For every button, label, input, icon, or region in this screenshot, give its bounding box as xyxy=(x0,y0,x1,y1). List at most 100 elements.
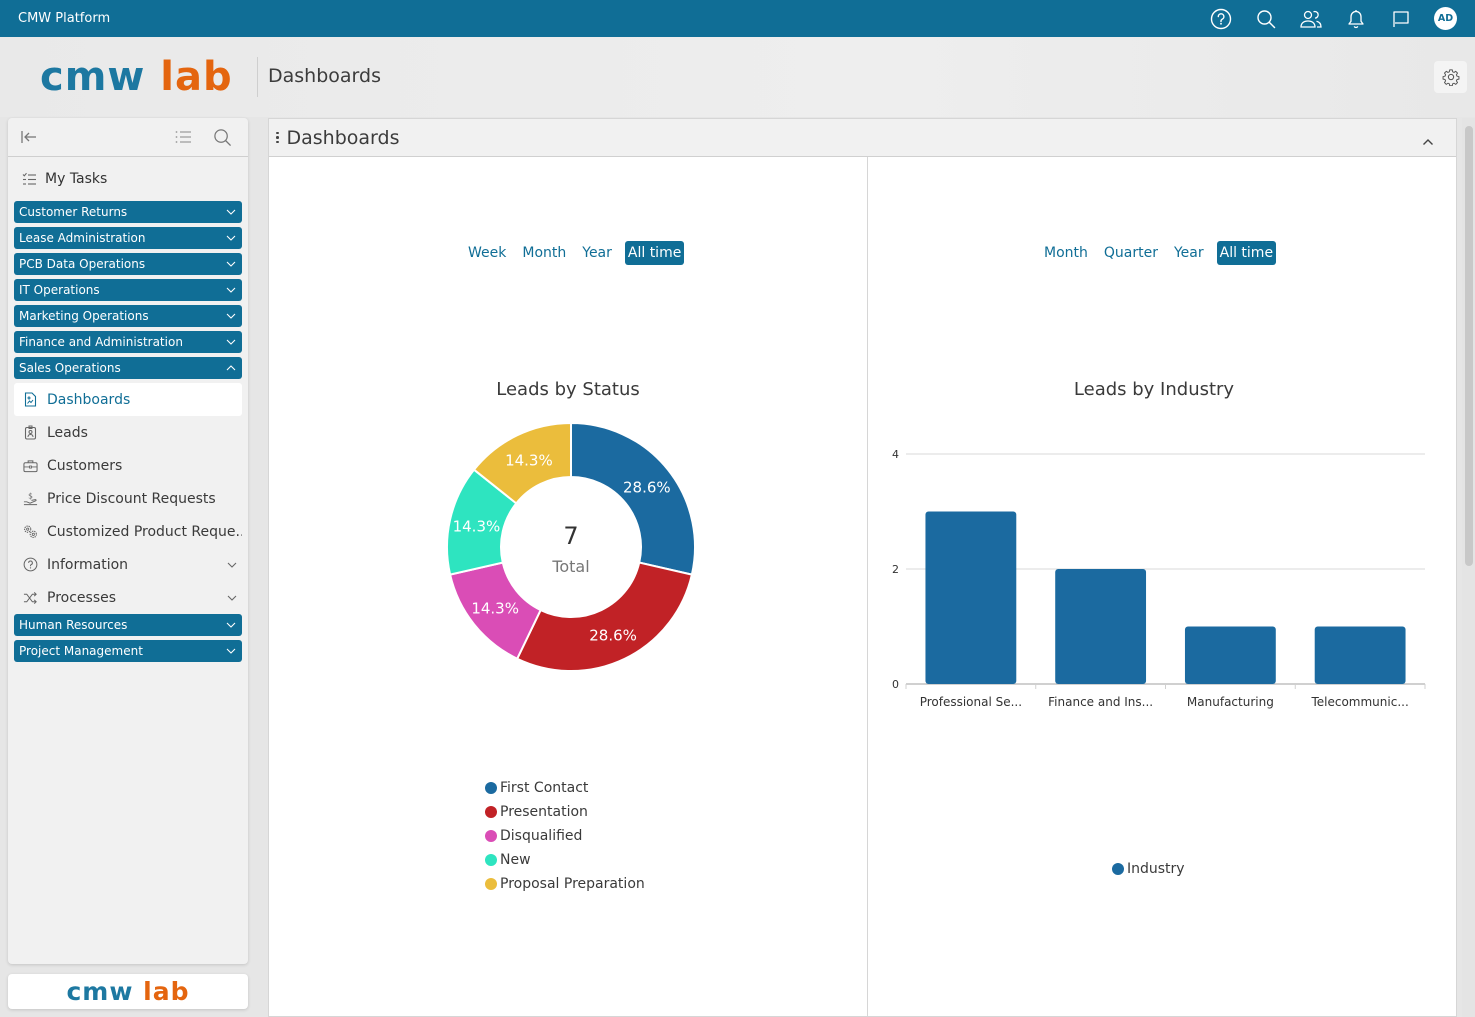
group-label: Human Resources xyxy=(19,618,128,632)
filter-all-time[interactable]: All time xyxy=(624,241,685,265)
filter-month[interactable]: Month xyxy=(1041,241,1091,265)
donut-total-label: Total xyxy=(551,557,589,576)
filter-year[interactable]: Year xyxy=(1171,241,1207,265)
sidebar-group-sales-operations[interactable]: Sales Operations xyxy=(14,357,242,379)
users-icon[interactable] xyxy=(1288,0,1333,37)
sidebar-item-customers[interactable]: Customers xyxy=(14,449,242,482)
chevron-down-icon xyxy=(226,235,236,241)
page-title: Dashboards xyxy=(268,65,381,87)
chevron-down-icon xyxy=(226,261,236,267)
donut-slice-first-contact[interactable] xyxy=(570,421,696,576)
page-header: cmw lab Dashboards xyxy=(0,37,1475,117)
scrollbar-thumb[interactable] xyxy=(1465,126,1473,566)
settings-button[interactable] xyxy=(1434,61,1467,93)
filter-quarter[interactable]: Quarter xyxy=(1101,241,1161,265)
sidebar-group-project-management[interactable]: Project Management xyxy=(14,640,242,662)
kebab-menu-icon[interactable] xyxy=(276,131,279,144)
chevron-down-icon xyxy=(226,648,236,654)
sidebar-item-leads[interactable]: Leads xyxy=(14,416,242,449)
legend-item[interactable]: Industry xyxy=(1112,857,1185,881)
sidebar-item-my-tasks[interactable]: My Tasks xyxy=(8,157,248,201)
group-label: PCB Data Operations xyxy=(19,257,146,271)
legend-dot xyxy=(485,830,497,842)
sidebar-group-it-operations[interactable]: IT Operations xyxy=(14,279,242,301)
collapse-sidebar-icon[interactable] xyxy=(20,128,38,150)
bar-0[interactable] xyxy=(925,511,1017,685)
status-period-filter: Week Month Year All time xyxy=(465,241,694,265)
gear-icon xyxy=(1442,69,1459,86)
my-tasks-label: My Tasks xyxy=(45,171,108,187)
footer-logo-lab: lab xyxy=(143,977,190,1006)
x-category-label: Manufacturing xyxy=(1187,695,1274,709)
chevron-down-icon xyxy=(226,339,236,345)
chart-title-leads-by-status: Leads by Status xyxy=(496,379,640,400)
industry-period-filter: Month Quarter Year All time xyxy=(1041,241,1286,265)
sidebar-item-label: Processes xyxy=(47,589,117,606)
filter-month[interactable]: Month xyxy=(519,241,569,265)
y-tick-label: 2 xyxy=(892,563,899,576)
filter-week[interactable]: Week xyxy=(465,241,509,265)
filter-all-time[interactable]: All time xyxy=(1216,241,1277,265)
legend-item[interactable]: Proposal Preparation xyxy=(485,872,645,896)
sidebar-item-price-discount-requests[interactable]: $ Price Discount Requests xyxy=(14,482,242,515)
donut-slice-label: 14.3% xyxy=(505,452,553,470)
legend-dot xyxy=(485,782,497,794)
panel-title: Dashboards xyxy=(286,126,400,149)
sidebar-item-dashboards[interactable]: Dashboards xyxy=(14,383,242,416)
sidebar-toolbar xyxy=(8,118,248,157)
chevron-down-icon xyxy=(226,209,236,215)
sidebar-group-lease-administration[interactable]: Lease Administration xyxy=(14,227,242,249)
sidebar-item-information[interactable]: Information xyxy=(14,548,242,581)
header-divider xyxy=(257,57,258,97)
y-tick-label: 4 xyxy=(892,448,899,461)
filter-year[interactable]: Year xyxy=(579,241,615,265)
sidebar-search-icon[interactable] xyxy=(213,128,232,151)
panel-header: Dashboards xyxy=(269,119,1456,157)
search-icon[interactable] xyxy=(1243,0,1288,37)
sidebar-group-pcb-data-operations[interactable]: PCB Data Operations xyxy=(14,253,242,275)
bar-1[interactable] xyxy=(1055,569,1147,684)
donut-slice-label: 28.6% xyxy=(623,479,671,497)
chevron-down-icon xyxy=(226,313,236,319)
donut-slice-presentation[interactable] xyxy=(515,561,694,672)
bar-3[interactable] xyxy=(1314,626,1406,685)
group-label: Finance and Administration xyxy=(19,335,183,349)
cmw-lab-logo[interactable]: cmw lab xyxy=(40,55,233,99)
sidebar-item-label: Customers xyxy=(47,457,123,474)
sidebar-group-human-resources[interactable]: Human Resources xyxy=(14,614,242,636)
list-icon[interactable] xyxy=(174,128,192,150)
help-icon[interactable] xyxy=(1198,0,1243,37)
sidebar-item-label: Dashboards xyxy=(47,391,131,408)
sidebar-group-marketing-operations[interactable]: Marketing Operations xyxy=(14,305,242,327)
svg-text:$: $ xyxy=(28,492,33,501)
legend-dot xyxy=(485,806,497,818)
group-label: IT Operations xyxy=(19,283,100,297)
sidebar-item-customized-product-reque[interactable]: Customized Product Reque... xyxy=(14,515,242,548)
sidebar-item-processes[interactable]: Processes xyxy=(14,581,242,614)
sidebar-item-label: Price Discount Requests xyxy=(47,490,216,507)
bell-icon[interactable] xyxy=(1333,0,1378,37)
leads-by-industry-bar-chart: 0 2 4 Professional Se... Finance and Ins...… xyxy=(892,448,1426,709)
sidebar-item-label: Customized Product Reque... xyxy=(47,523,242,540)
chart-title-leads-by-industry: Leads by Industry xyxy=(1073,379,1235,400)
legend-item[interactable]: New xyxy=(485,848,645,872)
chevron-down-icon xyxy=(227,595,237,601)
collapse-panel-icon[interactable] xyxy=(1422,131,1434,150)
footer-logo: cmw lab xyxy=(8,974,248,1009)
app-title: CMW Platform xyxy=(18,11,111,26)
bar-2[interactable] xyxy=(1184,626,1276,685)
sidebar-group-customer-returns[interactable]: Customer Returns xyxy=(14,201,242,223)
sidebar: My Tasks Customer Returns Lease Administr… xyxy=(8,118,248,964)
leads-by-status-donut-chart: 28.6% 28.6% 14.3% 14.3% 14.3% 7 Total xyxy=(446,421,696,672)
flag-icon[interactable] xyxy=(1378,0,1423,37)
logo-cmw-text: cmw xyxy=(40,54,146,100)
sidebar-group-finance-and-administration[interactable]: Finance and Administration xyxy=(14,331,242,353)
page-scrollbar[interactable] xyxy=(1462,118,1475,1017)
legend-item[interactable]: First Contact xyxy=(485,776,645,800)
group-label: Project Management xyxy=(19,644,143,658)
legend-item[interactable]: Presentation xyxy=(485,800,645,824)
legend-item[interactable]: Disqualified xyxy=(485,824,645,848)
user-avatar[interactable]: AD xyxy=(1434,7,1457,30)
group-label: Lease Administration xyxy=(19,231,146,245)
donut-slice-label: 14.3% xyxy=(471,599,519,617)
